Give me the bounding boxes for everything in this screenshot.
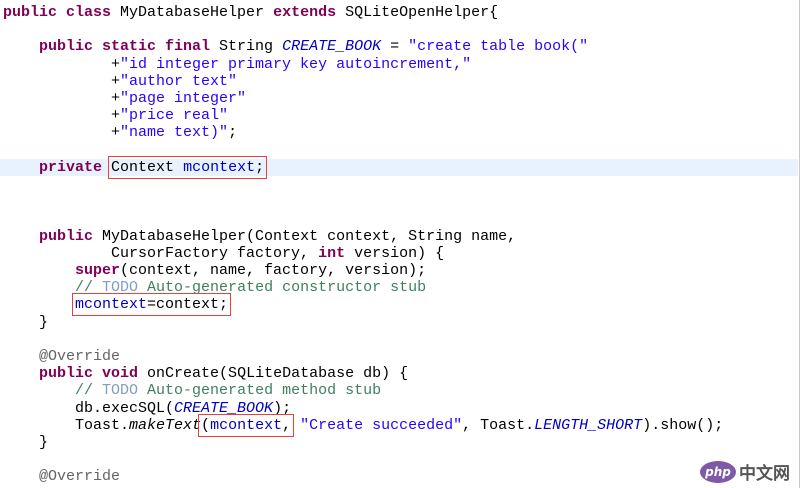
code-line[interactable]: CursorFactory factory, int version) {	[3, 245, 798, 262]
code-token: onCreate(SQLiteDatabase db) {	[138, 365, 409, 383]
code-editor[interactable]: public class MyDatabaseHelper extends SQ…	[0, 0, 800, 488]
code-token: +	[3, 72, 121, 90]
code-token: "page integer"	[120, 90, 247, 107]
code-token: (	[201, 416, 211, 434]
code-token: SQLiteOpenHelper{	[336, 4, 499, 21]
code-token: "name text)"	[120, 124, 229, 142]
code-token: private	[39, 158, 103, 176]
code-line[interactable]: Toast.makeText(mcontext, "Create succeed…	[3, 413, 798, 437]
code-token: +	[3, 55, 121, 73]
code-token: makeText	[129, 416, 202, 434]
code-token: extends	[273, 4, 337, 21]
code-token: @Override	[39, 348, 121, 365]
code-line[interactable]: +"page integer"	[3, 90, 798, 107]
code-token: (context, name, factory, version);	[120, 262, 427, 279]
code-token: "author text"	[120, 72, 238, 90]
code-line[interactable]: }	[3, 434, 798, 451]
code-token: CREATE_BOOK	[174, 399, 274, 417]
code-token: ).show();	[642, 416, 724, 434]
code-token: +	[3, 124, 121, 142]
code-token: ,	[282, 416, 292, 434]
code-token: version) {	[345, 244, 445, 262]
code-token: mcontext	[183, 158, 256, 176]
code-line[interactable]: @Override	[3, 348, 798, 365]
watermark: php 中文网	[700, 459, 790, 484]
code-line[interactable]: // TODO Auto-generated constructor stub	[3, 279, 798, 296]
code-token: Context	[111, 158, 184, 176]
highlight-box: (mcontext,	[198, 413, 295, 437]
code-token: ;	[255, 158, 265, 176]
code-line[interactable]: +"price real"	[3, 107, 798, 124]
code-token: public void	[39, 365, 139, 383]
code-token: =	[381, 38, 409, 56]
code-token: "Create succeeded"	[300, 416, 463, 434]
code-line[interactable]: public MyDatabaseHelper(Context context,…	[3, 228, 798, 245]
code-token: , Toast.	[462, 416, 535, 434]
code-token: Toast.	[3, 416, 130, 434]
code-token: @Override	[39, 468, 121, 486]
code-token: Auto-generated constructor stub	[138, 279, 427, 297]
code-token: +	[3, 107, 121, 125]
code-token: "create table book("	[408, 38, 589, 56]
code-line[interactable]: super(context, name, factory, version);	[3, 262, 798, 279]
code-line[interactable]: public void onCreate(SQLiteDatabase db) …	[3, 365, 798, 382]
code-token: +	[3, 90, 121, 107]
highlight-box: Context mcontext;	[108, 155, 268, 179]
code-token: LENGTH_SHORT	[534, 416, 643, 434]
code-token: TODO	[102, 382, 139, 400]
code-token: String	[210, 38, 283, 56]
code-token: TODO	[102, 279, 139, 297]
code-line[interactable]: public static final String CREATE_BOOK =…	[3, 38, 798, 55]
code-line[interactable]: db.execSQL(CREATE_BOOK);	[3, 400, 798, 417]
php-logo-icon: php	[700, 460, 736, 483]
code-line[interactable]: +"author text"	[3, 73, 798, 90]
code-token: //	[75, 279, 103, 297]
code-token: //	[75, 382, 103, 400]
code-token: CursorFactory factory,	[3, 244, 319, 262]
code-token: mcontext	[210, 416, 283, 434]
code-token: }	[3, 313, 49, 331]
watermark-text: 中文网	[739, 464, 790, 484]
code-token: }	[3, 434, 49, 451]
code-line[interactable]: +"name text)";	[3, 124, 798, 141]
code-line[interactable]: public class MyDatabaseHelper extends SQ…	[3, 4, 798, 21]
code-line[interactable]: private Context mcontext;	[0, 155, 798, 179]
code-token: int	[318, 244, 346, 262]
code-token: super	[75, 262, 121, 279]
code-line[interactable]: }	[3, 314, 798, 331]
highlight-box: mcontext=context;	[72, 293, 232, 317]
code-line[interactable]: @Override	[3, 468, 798, 485]
code-token: "id integer primary key autoincrement,"	[120, 55, 472, 73]
code-token: public	[39, 227, 94, 245]
code-token: Auto-generated method stub	[138, 382, 382, 400]
code-token: ;	[228, 124, 238, 142]
code-token: CREATE_BOOK	[282, 38, 382, 56]
code-token: =context;	[147, 296, 229, 314]
code-token: public class	[3, 4, 112, 21]
code-token: mcontext	[75, 296, 148, 314]
code-line[interactable]: +"id integer primary key autoincrement,"	[3, 56, 798, 73]
code-token: );	[273, 399, 292, 417]
code-token: public static final	[39, 38, 211, 56]
code-line[interactable]: mcontext=context;	[3, 293, 798, 317]
code-token: MyDatabaseHelper(Context context, String…	[93, 227, 517, 245]
code-token: "price real"	[120, 107, 229, 125]
code-token: db.execSQL(	[3, 399, 175, 417]
code-line[interactable]: // TODO Auto-generated method stub	[3, 382, 798, 399]
code-token: MyDatabaseHelper	[111, 4, 274, 21]
